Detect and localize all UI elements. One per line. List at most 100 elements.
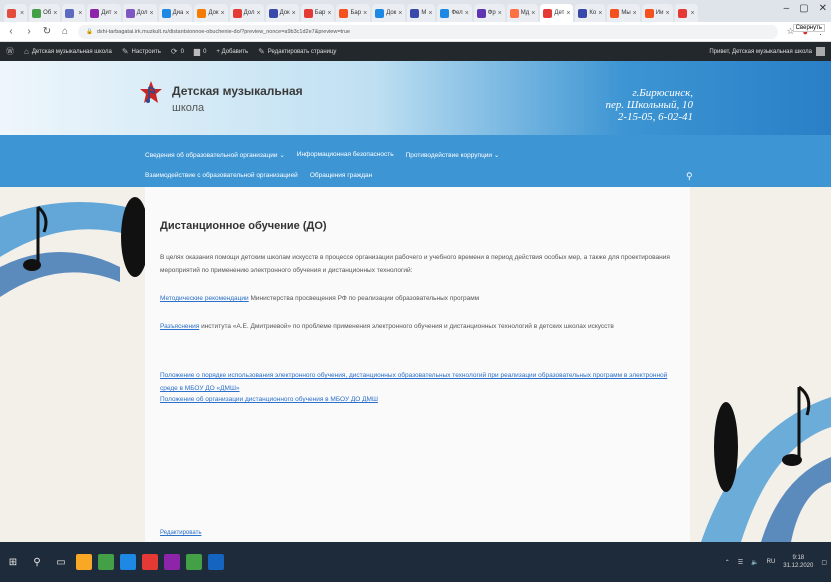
link-recommendations[interactable]: Методические рекомендации [160, 295, 249, 302]
task-view-icon[interactable]: ▭ [52, 553, 70, 571]
back-icon[interactable]: ‹ [6, 26, 16, 37]
tab-label: Ко [589, 10, 597, 16]
nav-item-appeals[interactable]: Обращения граждан [310, 172, 372, 179]
main-navigation: Сведения об образовательной организации … [0, 135, 831, 187]
clock[interactable]: 9:18 31.12.2020 [783, 554, 813, 570]
url-field[interactable]: 🔒 dshi-tarbagatai.irk.muzkult.ru/distant… [78, 24, 779, 39]
link-regulation-distance[interactable]: Положение об организации дистанционного … [160, 396, 378, 403]
link-regulation-elearning[interactable]: Положение о порядке использования электр… [160, 372, 667, 392]
tab-close-icon[interactable]: × [221, 10, 225, 17]
tab-close-icon[interactable]: × [185, 10, 189, 17]
taskbar-app-icon[interactable] [186, 554, 202, 570]
browser-tab[interactable]: Диа × [158, 4, 193, 22]
browser-tab[interactable]: Ко × [575, 4, 606, 22]
tab-label: М [421, 10, 427, 16]
browser-tab[interactable]: Бар × [336, 4, 371, 22]
browser-tab[interactable]: × [4, 4, 28, 22]
tab-close-icon[interactable]: × [566, 10, 570, 17]
tab-label: Бар [350, 10, 362, 16]
nav-item-about[interactable]: Сведения об образовательной организации … [145, 151, 285, 159]
tab-favicon-icon [32, 8, 42, 18]
nav-item-interaction[interactable]: Взаимодействие с образовательной организ… [145, 172, 298, 179]
tab-close-icon[interactable]: × [633, 10, 637, 17]
tab-label: Док [279, 10, 290, 16]
search-icon[interactable]: ⚲ [28, 553, 46, 571]
address-street: пер. Школьный, 10 [605, 99, 693, 111]
edit-page-link[interactable]: ✎ Редактировать страницу [258, 47, 336, 56]
search-icon[interactable]: ⚲ [686, 171, 693, 182]
address-bar: ‹ › ↻ ⌂ 🔒 dshi-tarbagatai.irk.muzkult.ru… [0, 22, 831, 42]
browser-tab[interactable]: Фел × [437, 4, 472, 22]
nav-item-info-security[interactable]: Информационная безопасность [297, 151, 394, 159]
browser-tab[interactable]: × [62, 4, 86, 22]
tab-close-icon[interactable]: × [256, 10, 260, 17]
comments-link[interactable]: ⟳ 0 [171, 47, 184, 56]
browser-tab[interactable]: Док × [265, 4, 299, 22]
maximize-icon[interactable]: ▢ [799, 3, 808, 14]
link-clarifications[interactable]: Разъяснения [160, 323, 199, 330]
tab-close-icon[interactable]: × [150, 10, 154, 17]
wordpress-logo[interactable]: Ⓦ [6, 46, 14, 57]
taskbar-app-icon[interactable] [98, 554, 114, 570]
close-window-icon[interactable]: ✕ [819, 3, 827, 14]
tab-close-icon[interactable]: × [53, 10, 57, 17]
browser-tab[interactable]: Дол × [122, 4, 157, 22]
tab-close-icon[interactable]: × [363, 10, 367, 17]
browser-tab[interactable]: Фр × [473, 4, 505, 22]
minimize-icon[interactable]: – [784, 3, 790, 14]
taskbar-app-icon[interactable] [120, 554, 136, 570]
tab-close-icon[interactable]: × [465, 10, 469, 17]
address-city: г.Бирюсинск, [632, 87, 693, 99]
browser-tab[interactable]: Дол × [229, 4, 264, 22]
volume-icon[interactable]: 🔈 [751, 559, 758, 566]
browser-tab[interactable]: Бар × [300, 4, 335, 22]
browser-tab[interactable]: Дет × [540, 4, 574, 22]
browser-tab[interactable]: Дит × [87, 4, 121, 22]
windows-start-icon[interactable]: ⊞ [4, 553, 22, 571]
add-new-link[interactable]: + Добавить [216, 49, 248, 55]
nav-item-anticorruption[interactable]: Противодействие коррупции ⌄ [406, 151, 500, 159]
tab-close-icon[interactable]: × [114, 10, 118, 17]
taskbar-app-icon[interactable] [208, 554, 224, 570]
browser-tab[interactable]: М × [407, 4, 436, 22]
tab-close-icon[interactable]: × [327, 10, 331, 17]
paragraph-clarifications: Разъяснения института «А.Е. Дмитриевой» … [160, 323, 614, 330]
tab-close-icon[interactable]: × [428, 10, 432, 17]
forward-icon[interactable]: › [24, 26, 34, 37]
admin-account[interactable]: Привет, Детская музыкальная школа [709, 47, 825, 56]
tab-close-icon[interactable]: × [20, 10, 24, 17]
tab-close-icon[interactable]: × [691, 10, 695, 17]
tab-close-icon[interactable]: × [531, 10, 535, 17]
admin-site-link[interactable]: ⌂ Детская музыкальная школа [24, 47, 112, 56]
taskbar-app-icon[interactable] [164, 554, 180, 570]
browser-tab[interactable]: Ии × [641, 4, 673, 22]
browser-tab[interactable]: Мы × [607, 4, 640, 22]
home-icon: ⌂ [24, 47, 29, 56]
paragraph-regulation-distance: Положение об организации дистанционного … [160, 393, 680, 406]
tab-close-icon[interactable]: × [665, 10, 669, 17]
browser-tab[interactable]: Мд × [506, 4, 539, 22]
school-logo-icon[interactable] [140, 81, 162, 107]
reload-icon[interactable]: ↻ [42, 26, 52, 37]
browser-tab[interactable]: Док × [372, 4, 406, 22]
notifications-icon[interactable]: ▢ [821, 559, 827, 566]
taskbar-app-icon[interactable] [142, 554, 158, 570]
language-indicator[interactable]: RU [767, 559, 776, 565]
address-phones: 2-15-05, 6-02-41 [617, 111, 693, 123]
tab-close-icon[interactable]: × [78, 10, 82, 17]
home-icon[interactable]: ⌂ [60, 26, 70, 37]
tab-close-icon[interactable]: × [398, 10, 402, 17]
browser-tab[interactable]: Док × [194, 4, 228, 22]
taskbar-app-icon[interactable] [76, 554, 92, 570]
network-icon[interactable]: ☰ [738, 559, 743, 566]
chevron-up-icon[interactable]: ⌃ [725, 559, 730, 566]
customize-link[interactable]: ✎ Настроить [122, 47, 161, 56]
tab-close-icon[interactable]: × [598, 10, 602, 17]
browser-tab[interactable]: × [674, 4, 698, 22]
school-name[interactable]: Детская музыкальная школа [172, 83, 303, 117]
browser-tab[interactable]: Об × [29, 4, 61, 22]
updates-link[interactable]: ▆ 0 [194, 47, 207, 56]
edit-link[interactable]: Редактировать [160, 530, 201, 536]
tab-close-icon[interactable]: × [498, 10, 502, 17]
tab-close-icon[interactable]: × [292, 10, 296, 17]
